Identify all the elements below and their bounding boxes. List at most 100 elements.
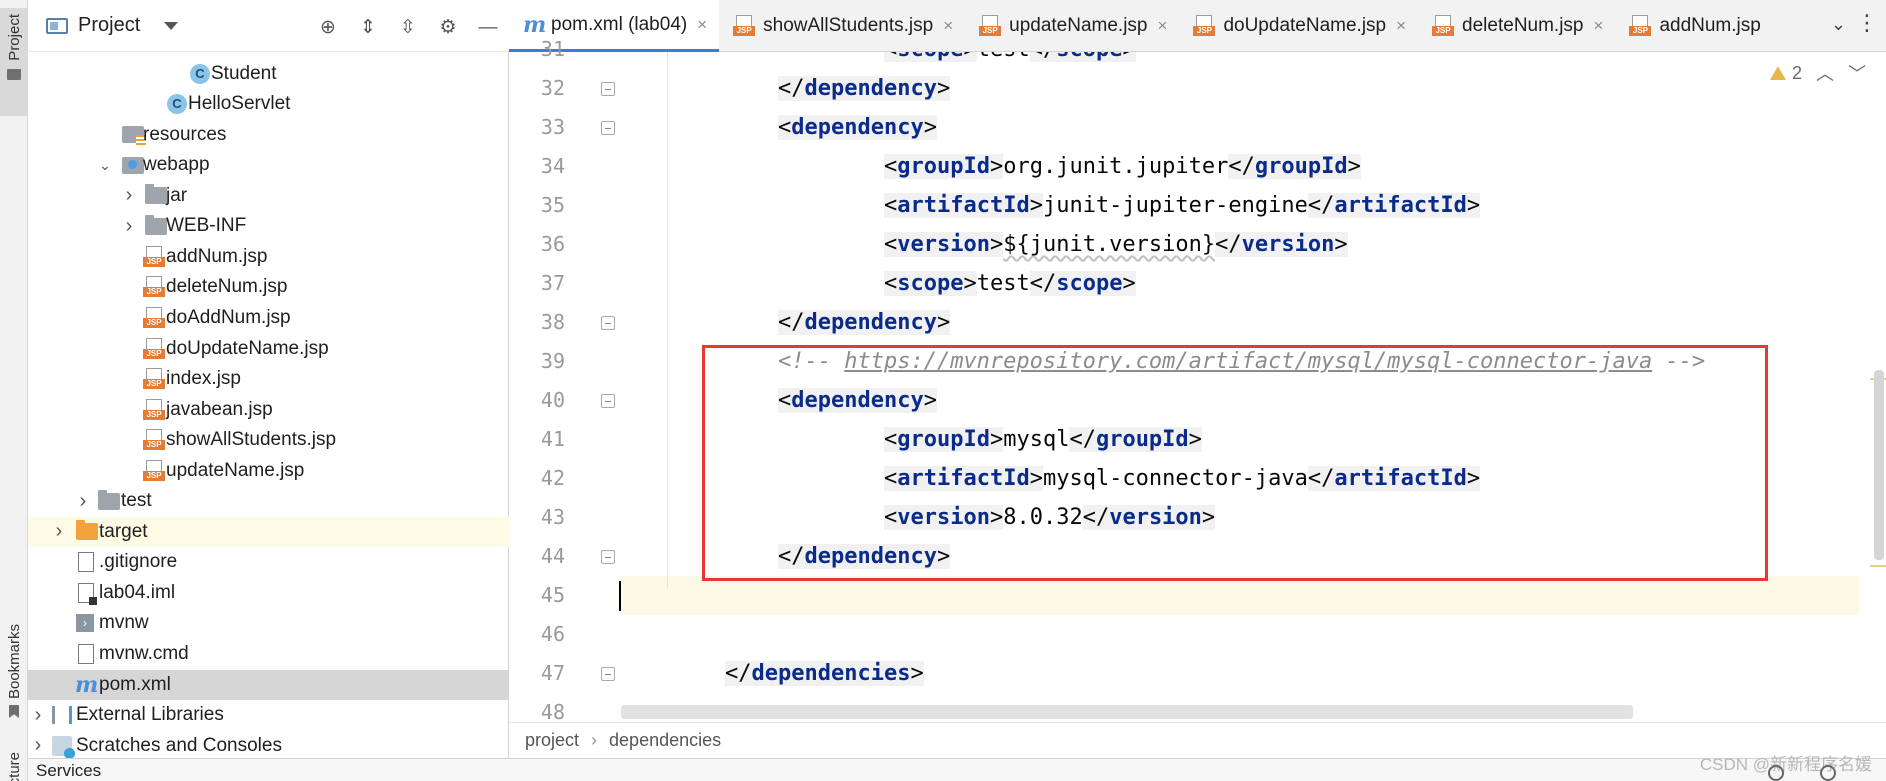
tab-label: showAllStudents.jsp: [763, 15, 934, 36]
services-tool-bar[interactable]: Services: [28, 758, 1886, 781]
hide-panel-icon[interactable]: —: [475, 14, 501, 40]
gear-icon[interactable]: ⚙: [435, 14, 461, 40]
close-icon[interactable]: ×: [943, 16, 953, 36]
tree-item-label: Student: [211, 62, 277, 84]
tab-label: pom.xml (lab04): [551, 13, 688, 35]
tree-item-mvnw[interactable]: › mvnw: [28, 608, 509, 638]
previous-highlight-icon[interactable]: ︿: [1816, 60, 1834, 86]
tree-item-lab04-iml[interactable]: lab04.iml: [28, 578, 509, 608]
text-file-icon: [78, 644, 94, 664]
tree-item-javabean-jsp[interactable]: JSP javabean.jsp: [28, 395, 509, 425]
tree-item-addnum-jsp[interactable]: JSP addNum.jsp: [28, 242, 509, 272]
jsp-icon: JSP: [143, 429, 165, 451]
tab-deletenum-jsp[interactable]: JSP deleteNum.jsp ×: [1418, 0, 1615, 52]
breadcrumb-item-dependencies[interactable]: dependencies: [609, 730, 721, 751]
chevron-right-icon[interactable]: ›: [31, 704, 45, 727]
chevron-down-icon[interactable]: [164, 21, 179, 30]
more-options-icon[interactable]: ⋮: [1856, 10, 1878, 36]
folder-icon: [145, 184, 167, 205]
tree-item-jar[interactable]: › jar: [28, 181, 509, 211]
project-panel-title[interactable]: Project: [78, 14, 140, 37]
breadcrumb-item-project[interactable]: project: [525, 730, 579, 751]
chevron-down-icon[interactable]: ⌄: [98, 157, 112, 174]
bookmarks-tool-tab-label: Bookmarks: [5, 624, 23, 700]
fold-icon[interactable]: [601, 394, 615, 408]
tree-item-helloservlet[interactable]: C HelloServlet: [28, 89, 509, 119]
tree-item-pom-xml[interactable]: m pom.xml: [28, 669, 509, 700]
tree-item-doupdatename-jsp[interactable]: JSP doUpdateName.jsp: [28, 334, 509, 364]
code-line: [619, 576, 1859, 615]
tree-item-mvnw-cmd[interactable]: mvnw.cmd: [28, 639, 509, 669]
jsp-icon: JSP: [143, 459, 165, 482]
watermark: CSDN @新新程序名媛: [1699, 755, 1872, 774]
jsp-icon: JSP: [1629, 15, 1652, 37]
tree-item-gitignore[interactable]: .gitignore: [28, 547, 509, 577]
chevron-right-icon[interactable]: ›: [76, 490, 90, 513]
expand-all-icon[interactable]: ⇕: [355, 14, 381, 40]
settings-icon[interactable]: [1768, 765, 1784, 781]
close-icon[interactable]: ×: [1396, 16, 1406, 36]
tab-updatename-jsp[interactable]: JSP updateName.jsp ×: [965, 0, 1179, 52]
close-icon[interactable]: ×: [1594, 16, 1604, 36]
line-number: 37: [540, 271, 565, 295]
folder-icon: [98, 489, 120, 510]
jsp-icon: JSP: [1432, 15, 1455, 37]
fold-icon[interactable]: [601, 667, 615, 681]
code-line: </dependency>: [778, 76, 951, 101]
tree-item-deletenum-jsp[interactable]: JSP deleteNum.jsp: [28, 272, 509, 302]
editor-vertical-scrollbar[interactable]: [1874, 370, 1884, 560]
jsp-icon: JSP: [143, 245, 165, 268]
tree-item-webapp[interactable]: ⌄ webapp: [28, 150, 509, 180]
tree-item-student[interactable]: C Student: [28, 59, 509, 89]
inspection-widget[interactable]: 2 ︿ ﹀: [1769, 60, 1866, 86]
tree-item-label: mvnw.cmd: [99, 643, 189, 664]
jsp-icon: JSP: [1193, 15, 1216, 37]
tree-item-updatename-jsp[interactable]: JSP updateName.jsp: [28, 456, 509, 486]
tree-item-doaddnum-jsp[interactable]: JSP doAddNum.jsp: [28, 303, 509, 333]
bookmarks-tool-tab[interactable]: Bookmarks: [0, 620, 28, 742]
structure-tool-tab[interactable]: Structure: [0, 752, 28, 781]
tree-item-showallstudents-jsp[interactable]: JSP showAllStudents.jsp: [28, 425, 509, 455]
fold-icon[interactable]: [601, 316, 615, 330]
tree-item-scratches-and-consoles[interactable]: › Scratches and Consoles: [28, 731, 509, 761]
close-icon[interactable]: ×: [697, 15, 707, 35]
gitignore-icon: [78, 552, 94, 573]
tree-item-target[interactable]: › target: [28, 516, 509, 547]
line-number: 38: [540, 310, 565, 334]
fold-icon[interactable]: [601, 550, 615, 564]
editor-horizontal-scrollbar[interactable]: [621, 705, 1633, 719]
web-folder-icon: [122, 156, 144, 174]
next-highlight-icon[interactable]: ﹀: [1848, 60, 1866, 86]
tab-label: updateName.jsp: [1009, 15, 1148, 36]
line-number: 40: [540, 388, 565, 412]
tree-item-external-libraries[interactable]: › External Libraries: [28, 700, 509, 730]
tree-item-test[interactable]: › test: [28, 486, 509, 516]
project-tool-tab[interactable]: Project: [0, 8, 28, 116]
indent-guide: [667, 52, 668, 588]
chevron-right-icon[interactable]: ›: [122, 184, 136, 207]
fold-icon[interactable]: [601, 82, 615, 96]
library-icon: [52, 706, 72, 725]
folder-icon: [145, 214, 167, 235]
notifications-icon[interactable]: [1820, 765, 1836, 781]
jsp-icon: JSP: [143, 337, 165, 360]
tree-item-label: doAddNum.jsp: [166, 306, 291, 328]
tab-showallstudents-jsp[interactable]: JSP showAllStudents.jsp ×: [719, 0, 965, 52]
tree-item-index-jsp[interactable]: JSP index.jsp: [28, 364, 509, 394]
chevron-right-icon[interactable]: ›: [122, 215, 136, 238]
tree-item-label: updateName.jsp: [166, 459, 305, 481]
tab-addnum-jsp[interactable]: JSP addNum.jsp: [1615, 0, 1772, 52]
jsp-icon: JSP: [143, 306, 165, 329]
chevron-right-icon[interactable]: ›: [31, 734, 45, 757]
collapse-all-icon[interactable]: ⇳: [395, 14, 421, 40]
warning-icon: [1769, 66, 1786, 80]
tree-item-web-inf[interactable]: › WEB-INF: [28, 211, 509, 241]
close-icon[interactable]: ×: [1158, 16, 1168, 36]
chevron-right-icon[interactable]: ›: [52, 520, 66, 543]
fold-icon[interactable]: [601, 121, 615, 135]
line-number: 47: [540, 661, 565, 685]
locate-file-icon[interactable]: ⊕: [315, 14, 341, 40]
tree-item-resources[interactable]: resources: [28, 120, 509, 150]
tab-doupdatename-jsp[interactable]: JSP doUpdateName.jsp ×: [1179, 0, 1418, 52]
chevron-down-icon[interactable]: ⌄: [1831, 14, 1846, 35]
